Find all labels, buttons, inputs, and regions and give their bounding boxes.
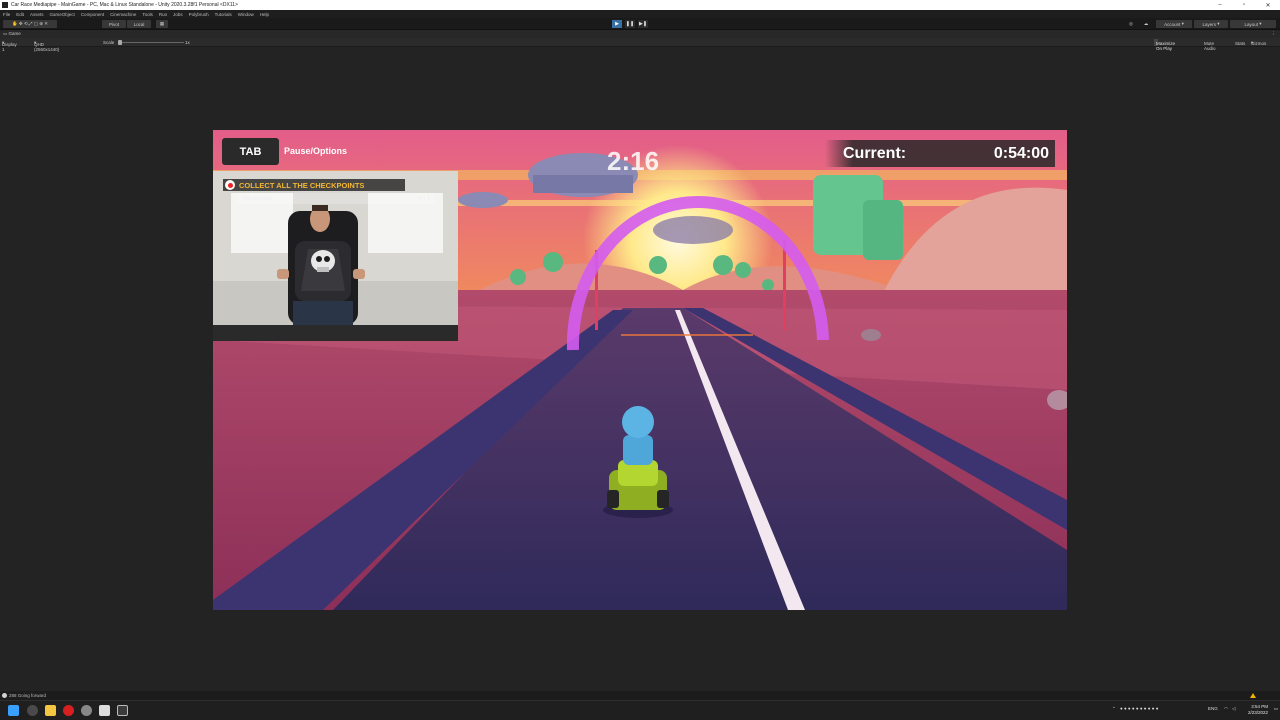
tab-game-label: Game [8, 31, 21, 36]
stats-label: Stats [1235, 41, 1246, 46]
clock-date: 2/23/2022 [1247, 710, 1268, 715]
race-timer: 2:16 [607, 146, 660, 176]
resolution-label: QHD (2560x1440) [34, 42, 60, 52]
minimize-icon[interactable]: – [1208, 0, 1232, 10]
unity-editor-icon[interactable] [117, 705, 128, 716]
display-label: Display 1 [2, 42, 17, 52]
system-clock[interactable]: 3:54 PM 2/23/2022 [1248, 704, 1268, 716]
info-icon [2, 693, 7, 698]
menu-component[interactable]: Component [81, 12, 104, 17]
menu-run[interactable]: Run [159, 12, 167, 17]
checkpoints-row: Checkpoints 0 / 1 [237, 193, 435, 204]
warning-icon[interactable] [1250, 693, 1256, 698]
cloud-icon[interactable]: ☁ [1141, 20, 1151, 28]
editor-toolbar: ✋ ✥ ⟲ ⤢ ▢ ⊕ ✕ Pivot Local ▦ ▶ ❚❚ ▶❚ ◎ ☁ … [0, 18, 1280, 30]
status-bar: 288 Going forward [0, 691, 1280, 700]
file-explorer-icon[interactable] [45, 705, 56, 716]
menu-bar: File Edit Assets GameObject Component Ci… [0, 10, 1280, 18]
account-label: Account [1164, 21, 1181, 27]
status-message[interactable]: 288 Going forward [9, 693, 46, 698]
notification-icon[interactable]: ▭ [1274, 706, 1278, 712]
game-viewport[interactable]: TAB Pause/Options 2:16 Current: 0:54:00 [213, 130, 1067, 610]
mute-label: Mute Audio [1204, 41, 1216, 51]
menu-gameobject[interactable]: GameObject [50, 12, 75, 17]
close-icon[interactable]: ✕ [1256, 0, 1280, 10]
resolution-dropdown[interactable]: QHD (2560x1440) ▾ [34, 40, 59, 52]
menu-tools[interactable]: Tools [142, 12, 153, 17]
menu-edit[interactable]: Edit [16, 12, 24, 17]
tab-key-badge[interactable]: TAB [222, 138, 279, 165]
step-icon[interactable]: ▶❚ [638, 20, 648, 28]
os-taskbar: ⌃ ● ● ● ● ● ● ● ● ● ● ENG ◠ ◁ 3:54 PM 2/… [0, 700, 1280, 720]
window-title: Car Race Mediapipe - MainGame - PC, Mac … [11, 2, 238, 8]
unity-logo-icon [2, 2, 8, 8]
maximize-label: Maximize On Play [1156, 41, 1176, 51]
tab-game[interactable]: ▭ Game [3, 31, 21, 37]
objective-text: COLLECT ALL THE CHECKPOINTS [239, 180, 365, 190]
game-view-toolbar: Display 1 ▾ QHD (2560x1440) ▾ Scale 1x M… [0, 38, 1280, 52]
gizmos-label: Gizmos [1251, 41, 1267, 46]
panel-menu-icon[interactable]: ⋮ [1272, 31, 1277, 37]
display-dropdown[interactable]: Display 1 ▾ [2, 40, 17, 52]
obs-icon[interactable] [81, 705, 92, 716]
transform-tools[interactable]: ✋ ✥ ⟲ ⤢ ▢ ⊕ ✕ [3, 20, 57, 28]
maximize-icon[interactable]: ▫ [1232, 0, 1256, 10]
tray-app-icons[interactable]: ● ● ● ● ● ● ● ● ● ● [1120, 706, 1158, 711]
local-label: Local [133, 21, 145, 27]
current-label: Current: [843, 144, 907, 162]
mute-audio-toggle[interactable]: Mute Audio [1202, 39, 1216, 51]
gizmos-dropdown[interactable]: Gizmos ▾ [1249, 39, 1266, 47]
scale-slider-handle[interactable] [118, 40, 122, 45]
checkpoints-label: Checkpoints [242, 195, 273, 202]
pause-icon[interactable]: ❚❚ [625, 20, 635, 28]
pivot-label: Pivot [108, 21, 119, 27]
record-icon [225, 180, 235, 190]
stats-toggle[interactable]: Stats [1233, 39, 1245, 46]
current-value: 0:54:00 [993, 144, 1049, 162]
menu-jobs[interactable]: Jobs [173, 12, 183, 17]
tray-chevron-icon[interactable]: ⌃ [1112, 706, 1116, 712]
layers-label: Layers [1202, 21, 1216, 27]
menu-polybrush[interactable]: Polybrush [189, 12, 209, 17]
scale-value: 1x [185, 40, 190, 45]
snap-icon[interactable]: ▦ [156, 20, 168, 28]
layout-label: Layout [1244, 21, 1258, 27]
scale-slider[interactable] [118, 42, 184, 43]
language-indicator[interactable]: ENG [1208, 706, 1218, 711]
menu-file[interactable]: File [3, 12, 10, 17]
webcam-preview: COLLECT ALL THE CHECKPOINTS Checkpoints … [213, 171, 458, 341]
current-time-panel: Current: 0:54:00 [825, 140, 1055, 167]
volume-icon[interactable]: ◁ [1232, 706, 1235, 712]
menu-assets[interactable]: Assets [30, 12, 44, 17]
maximize-on-play-toggle[interactable]: Maximize On Play [1154, 39, 1175, 51]
menu-tutorials[interactable]: Tutorials [215, 12, 232, 17]
layout-dropdown[interactable]: Layout ▾ [1230, 20, 1276, 28]
checkpoints-value: 0 / 1 [419, 195, 430, 202]
window-title-bar: Car Race Mediapipe - MainGame - PC, Mac … [0, 0, 1280, 10]
search-icon[interactable] [27, 705, 38, 716]
pivot-toggle[interactable]: Pivot [102, 20, 126, 28]
panel-tab-bar: ▭ Game ⋮ [0, 30, 1280, 38]
pause-options-label: Pause/Options [284, 146, 348, 156]
account-dropdown[interactable]: Account ▾ [1156, 20, 1192, 28]
local-toggle[interactable]: Local [127, 20, 151, 28]
menu-cinemachine[interactable]: Cinemachine [110, 12, 136, 17]
opera-icon[interactable] [63, 705, 74, 716]
play-icon[interactable]: ▶ [612, 20, 622, 28]
windows-start-icon[interactable] [8, 705, 19, 716]
scale-label: Scale [103, 40, 115, 45]
unity-hub-icon[interactable] [99, 705, 110, 716]
objective-banner: COLLECT ALL THE CHECKPOINTS [223, 179, 405, 191]
layers-dropdown[interactable]: Layers ▾ [1194, 20, 1228, 28]
collab-icon[interactable]: ◎ [1126, 20, 1136, 28]
wifi-icon[interactable]: ◠ [1224, 706, 1228, 712]
menu-window[interactable]: Window [238, 12, 254, 17]
menu-help[interactable]: Help [260, 12, 269, 17]
